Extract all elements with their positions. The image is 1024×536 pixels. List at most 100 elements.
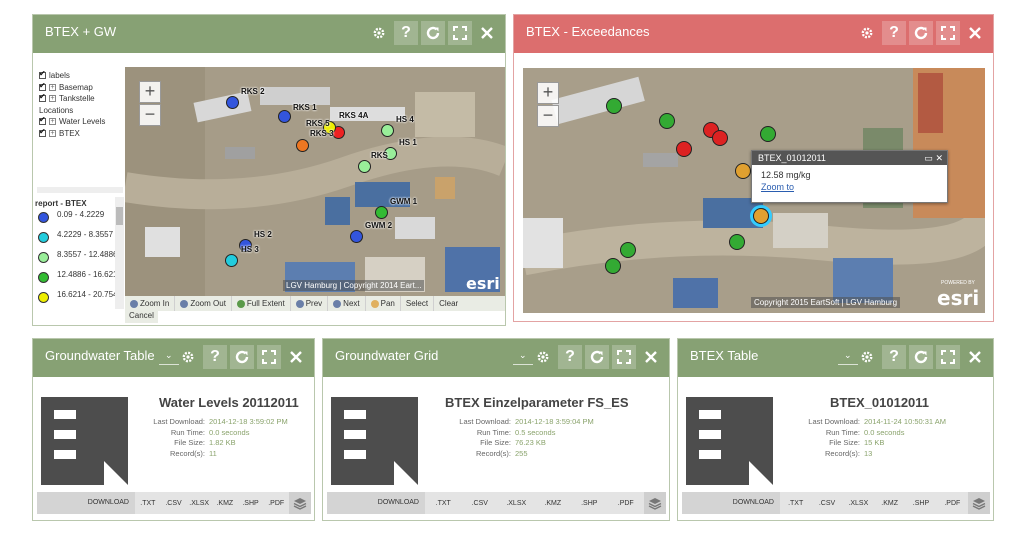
- format-xlsx[interactable]: .XLSX: [843, 500, 874, 507]
- maximize-icon[interactable]: [448, 21, 472, 45]
- refresh-icon[interactable]: [421, 21, 445, 45]
- popup-maximize-icon[interactable]: ▭: [924, 153, 933, 163]
- help-icon[interactable]: ?: [558, 345, 582, 369]
- close-icon[interactable]: [963, 21, 987, 45]
- point-hs-3[interactable]: [225, 254, 238, 267]
- format-txt[interactable]: .TXT: [135, 500, 161, 507]
- expand-icon[interactable]: +: [49, 129, 56, 137]
- exceedance-point[interactable]: [712, 130, 728, 146]
- expand-icon[interactable]: +: [49, 118, 56, 126]
- clear-tool[interactable]: Clear: [434, 296, 463, 311]
- maximize-icon[interactable]: [936, 21, 960, 45]
- dropdown-toggle[interactable]: ⌄: [513, 347, 533, 365]
- next-tool[interactable]: Next: [328, 296, 366, 311]
- format-csv[interactable]: .CSV: [462, 500, 499, 507]
- panel-header: BTEX - Exceedances ?: [514, 15, 993, 53]
- point-gwm-2[interactable]: [350, 230, 363, 243]
- btex-gw-panel: BTEX + GW ? labels +Basemap +Tankstelle …: [32, 14, 506, 326]
- layers-icon[interactable]: [644, 492, 666, 514]
- warning-point[interactable]: [735, 163, 751, 179]
- expand-icon[interactable]: +: [49, 95, 56, 103]
- esri-logo: esri: [466, 274, 500, 293]
- layers-icon[interactable]: [289, 492, 312, 514]
- zoom-out-button[interactable]: −: [139, 104, 161, 126]
- help-icon[interactable]: ?: [203, 345, 227, 369]
- format-xlsx[interactable]: .XLSX: [186, 500, 212, 507]
- point-hs-4[interactable]: [381, 124, 394, 137]
- point-rks-2[interactable]: [226, 96, 239, 109]
- document-icon: [331, 397, 418, 485]
- point-rks-1[interactable]: [278, 110, 291, 123]
- close-icon[interactable]: [284, 345, 308, 369]
- cancel-button[interactable]: Cancel: [125, 311, 158, 323]
- selected-point[interactable]: [753, 208, 769, 224]
- gear-icon[interactable]: [855, 345, 879, 369]
- close-icon[interactable]: [963, 345, 987, 369]
- format-kmz[interactable]: .KMZ: [874, 500, 905, 507]
- format-shp[interactable]: .SHP: [571, 500, 608, 507]
- gear-icon[interactable]: [531, 345, 555, 369]
- layers-icon[interactable]: [967, 492, 990, 514]
- legend-scrollbar[interactable]: [115, 197, 124, 309]
- point-rks[interactable]: [358, 160, 371, 173]
- zoom-out-tool[interactable]: Zoom Out: [175, 296, 232, 311]
- water-levels-checkbox[interactable]: [39, 115, 46, 126]
- expand-icon[interactable]: +: [49, 83, 56, 91]
- gear-icon[interactable]: [367, 21, 391, 45]
- btex-checkbox[interactable]: [39, 127, 46, 137]
- format-csv[interactable]: .CSV: [811, 500, 842, 507]
- refresh-icon[interactable]: [585, 345, 609, 369]
- refresh-icon[interactable]: [909, 21, 933, 45]
- exceedance-point[interactable]: [676, 141, 692, 157]
- layer-hscroll[interactable]: [37, 187, 123, 193]
- format-kmz[interactable]: .KMZ: [535, 500, 572, 507]
- hand-icon: [370, 299, 379, 308]
- select-tool[interactable]: Select: [401, 296, 435, 311]
- full-extent-tool[interactable]: Full Extent: [232, 296, 291, 311]
- format-shp[interactable]: .SHP: [905, 500, 936, 507]
- zoom-in-button[interactable]: +: [537, 82, 559, 104]
- format-pdf[interactable]: .PDF: [937, 500, 968, 507]
- format-csv[interactable]: .CSV: [161, 500, 187, 507]
- format-kmz[interactable]: .KMZ: [212, 500, 238, 507]
- format-pdf[interactable]: .PDF: [608, 500, 645, 507]
- zoom-in-button[interactable]: +: [139, 81, 161, 103]
- point-rks-3[interactable]: [296, 139, 309, 152]
- maximize-icon[interactable]: [936, 345, 960, 369]
- labels-checkbox[interactable]: [39, 69, 46, 80]
- prev-tool[interactable]: Prev: [291, 296, 329, 311]
- zoom-in-tool[interactable]: Zoom In: [125, 296, 176, 311]
- close-icon[interactable]: [639, 345, 663, 369]
- basemap-checkbox[interactable]: [39, 81, 46, 91]
- ok-point[interactable]: [620, 242, 636, 258]
- help-icon[interactable]: ?: [882, 345, 906, 369]
- btex-exceedances-panel: BTEX - Exceedances ? + − Copyright 2015 …: [513, 14, 994, 322]
- format-txt[interactable]: .TXT: [425, 500, 462, 507]
- gear-icon[interactable]: [176, 345, 200, 369]
- gear-icon[interactable]: [855, 21, 879, 45]
- ok-point[interactable]: [605, 258, 621, 274]
- pan-tool[interactable]: Pan: [366, 296, 401, 311]
- tankstelle-checkbox[interactable]: [39, 92, 46, 103]
- zoom-out-button[interactable]: −: [537, 105, 559, 127]
- map-toolbar: Zoom In Zoom Out Full Extent Prev Next P…: [125, 296, 505, 311]
- help-icon[interactable]: ?: [882, 21, 906, 45]
- point-gwm-1[interactable]: [375, 206, 388, 219]
- popup-close-icon[interactable]: ✕: [935, 153, 943, 163]
- ok-point[interactable]: [659, 113, 675, 129]
- refresh-icon[interactable]: [230, 345, 254, 369]
- maximize-icon[interactable]: [612, 345, 636, 369]
- ok-point[interactable]: [729, 234, 745, 250]
- format-txt[interactable]: .TXT: [780, 500, 811, 507]
- help-icon[interactable]: ?: [394, 21, 418, 45]
- format-shp[interactable]: .SHP: [238, 500, 264, 507]
- close-icon[interactable]: [475, 21, 499, 45]
- format-pdf[interactable]: .PDF: [263, 500, 289, 507]
- maximize-icon[interactable]: [257, 345, 281, 369]
- ok-point[interactable]: [760, 126, 776, 142]
- zoom-to-link[interactable]: Zoom to: [752, 182, 947, 192]
- ok-point[interactable]: [606, 98, 622, 114]
- refresh-icon[interactable]: [909, 345, 933, 369]
- format-xlsx[interactable]: .XLSX: [498, 500, 535, 507]
- map-view-1[interactable]: + − RKS 2 RKS 1 RKS 4A RKS 5 RKS 3 HS 4 …: [125, 67, 505, 297]
